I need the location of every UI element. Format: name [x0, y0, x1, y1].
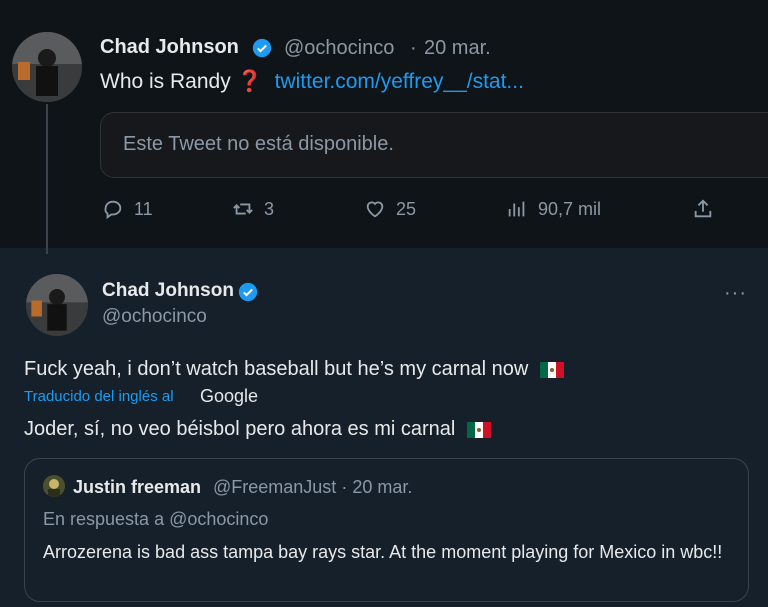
reply-count: 11: [134, 198, 153, 219]
reply-icon: [104, 200, 122, 220]
more-options-icon[interactable]: ···: [724, 282, 747, 305]
quote-handle[interactable]: @FreemanJust: [213, 477, 336, 497]
translated-label[interactable]: Traducido del inglés al: [24, 388, 174, 405]
tweet-text-main: Who is Randy: [100, 70, 231, 93]
quoted-tweet[interactable]: Justin freeman @FreemanJust · 20 mar. En…: [24, 458, 749, 602]
author-handle[interactable]: @ochocinco: [284, 37, 394, 60]
thread-line: [46, 104, 48, 254]
views-icon: [508, 201, 525, 217]
quote-date[interactable]: 20 mar.: [352, 477, 412, 497]
translated-text-main: Joder, sí, no veo béisbol pero ahora es …: [24, 418, 456, 440]
tweet-link[interactable]: twitter.com/yeffrey__/stat...: [275, 70, 524, 93]
quote-author-name[interactable]: Justin freeman: [73, 477, 201, 498]
author-name[interactable]: Chad Johnson: [102, 280, 234, 302]
tweet-date[interactable]: 20 mar.: [424, 37, 491, 60]
reply-context: En respuesta a @ochocinco: [43, 509, 269, 529]
reply-button[interactable]: 11: [102, 198, 153, 220]
quote-avatar[interactable]: [43, 475, 65, 497]
avatar[interactable]: [26, 274, 88, 336]
google-logo: Google: [200, 386, 259, 406]
author-name[interactable]: Chad Johnson: [100, 36, 239, 59]
author-handle[interactable]: @ochocinco: [102, 306, 207, 328]
tweet-text: Fuck yeah, i don’t watch baseball but he…: [24, 358, 564, 381]
unavailable-tweet-card: Este Tweet no está disponible.: [100, 112, 768, 178]
quote-text: Arrozerena is bad ass tampa bay rays sta…: [43, 542, 723, 562]
heart-icon: [366, 201, 384, 218]
quote-date-separator: ·: [341, 477, 348, 497]
views-button[interactable]: 90,7 mil: [506, 198, 601, 220]
share-button[interactable]: [692, 198, 714, 220]
translated-text: Joder, sí, no veo béisbol pero ahora es …: [24, 418, 491, 441]
unavailable-text: Este Tweet no está disponible.: [123, 133, 394, 155]
quote-meta: @FreemanJust · 20 mar.: [213, 477, 412, 498]
verified-badge-icon: [252, 38, 272, 58]
date-separator: ·: [410, 37, 417, 59]
tweet-text: Who is Randy ❓ twitter.com/yeffrey__/sta…: [100, 70, 524, 94]
views-count: 90,7 mil: [538, 198, 602, 219]
retweet-icon: [233, 203, 253, 215]
tweet-text-main: Fuck yeah, i don’t watch baseball but he…: [24, 358, 529, 380]
like-button[interactable]: 25: [364, 198, 416, 220]
mexico-flag-icon: [466, 421, 491, 438]
avatar[interactable]: [12, 32, 82, 102]
verified-badge-icon: [238, 282, 258, 302]
share-icon: [694, 199, 712, 218]
like-count: 25: [396, 198, 417, 219]
question-icon: ❓: [236, 70, 263, 93]
retweet-button[interactable]: 3: [232, 198, 274, 220]
mexico-flag-icon: [539, 361, 564, 378]
retweet-count: 3: [264, 198, 275, 219]
